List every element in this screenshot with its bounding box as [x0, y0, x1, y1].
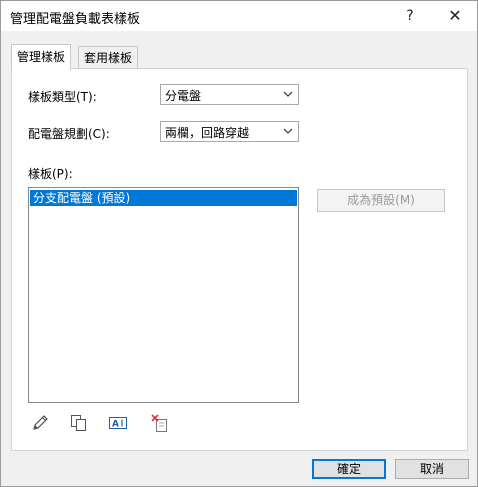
tab-manage-templates[interactable]: 管理樣板: [11, 44, 72, 70]
panel-schedule-dropdown[interactable]: 兩欄，回路穿越: [160, 121, 299, 142]
close-button[interactable]: ✕: [437, 1, 473, 31]
templates-listbox[interactable]: 分支配電盤 (預設): [28, 187, 299, 403]
delete-icon[interactable]: [150, 413, 170, 433]
set-default-button[interactable]: 成為預設(M): [317, 189, 445, 212]
manage-templates-dialog: 管理配電盤負載表樣板 ? ✕ 管理樣板 套用樣板 樣板類型(T): 分電盤 配電…: [0, 0, 478, 487]
ok-button[interactable]: 確定: [312, 459, 386, 479]
template-type-dropdown[interactable]: 分電盤: [160, 84, 299, 105]
duplicate-icon[interactable]: [69, 413, 89, 433]
window-title: 管理配電盤負載表樣板: [10, 12, 141, 27]
template-type-value: 分電盤: [165, 89, 202, 103]
title-bar: 管理配電盤負載表樣板 ? ✕: [1, 1, 477, 31]
tab-apply-templates[interactable]: 套用樣板: [78, 46, 139, 69]
templates-label: 樣板(P):: [28, 167, 73, 181]
chevron-down-icon: [283, 91, 293, 97]
pencil-icon[interactable]: [30, 413, 50, 433]
help-button[interactable]: ?: [392, 1, 428, 31]
chevron-down-icon: [283, 128, 293, 134]
svg-text:A: A: [112, 420, 119, 430]
rename-icon[interactable]: A: [108, 413, 128, 433]
template-type-label: 樣板類型(T):: [28, 90, 97, 104]
panel-schedule-label: 配電盤規劃(C):: [28, 127, 110, 141]
cancel-button[interactable]: 取消: [395, 459, 469, 479]
list-item[interactable]: 分支配電盤 (預設): [30, 190, 297, 206]
panel-schedule-value: 兩欄，回路穿越: [165, 126, 250, 140]
